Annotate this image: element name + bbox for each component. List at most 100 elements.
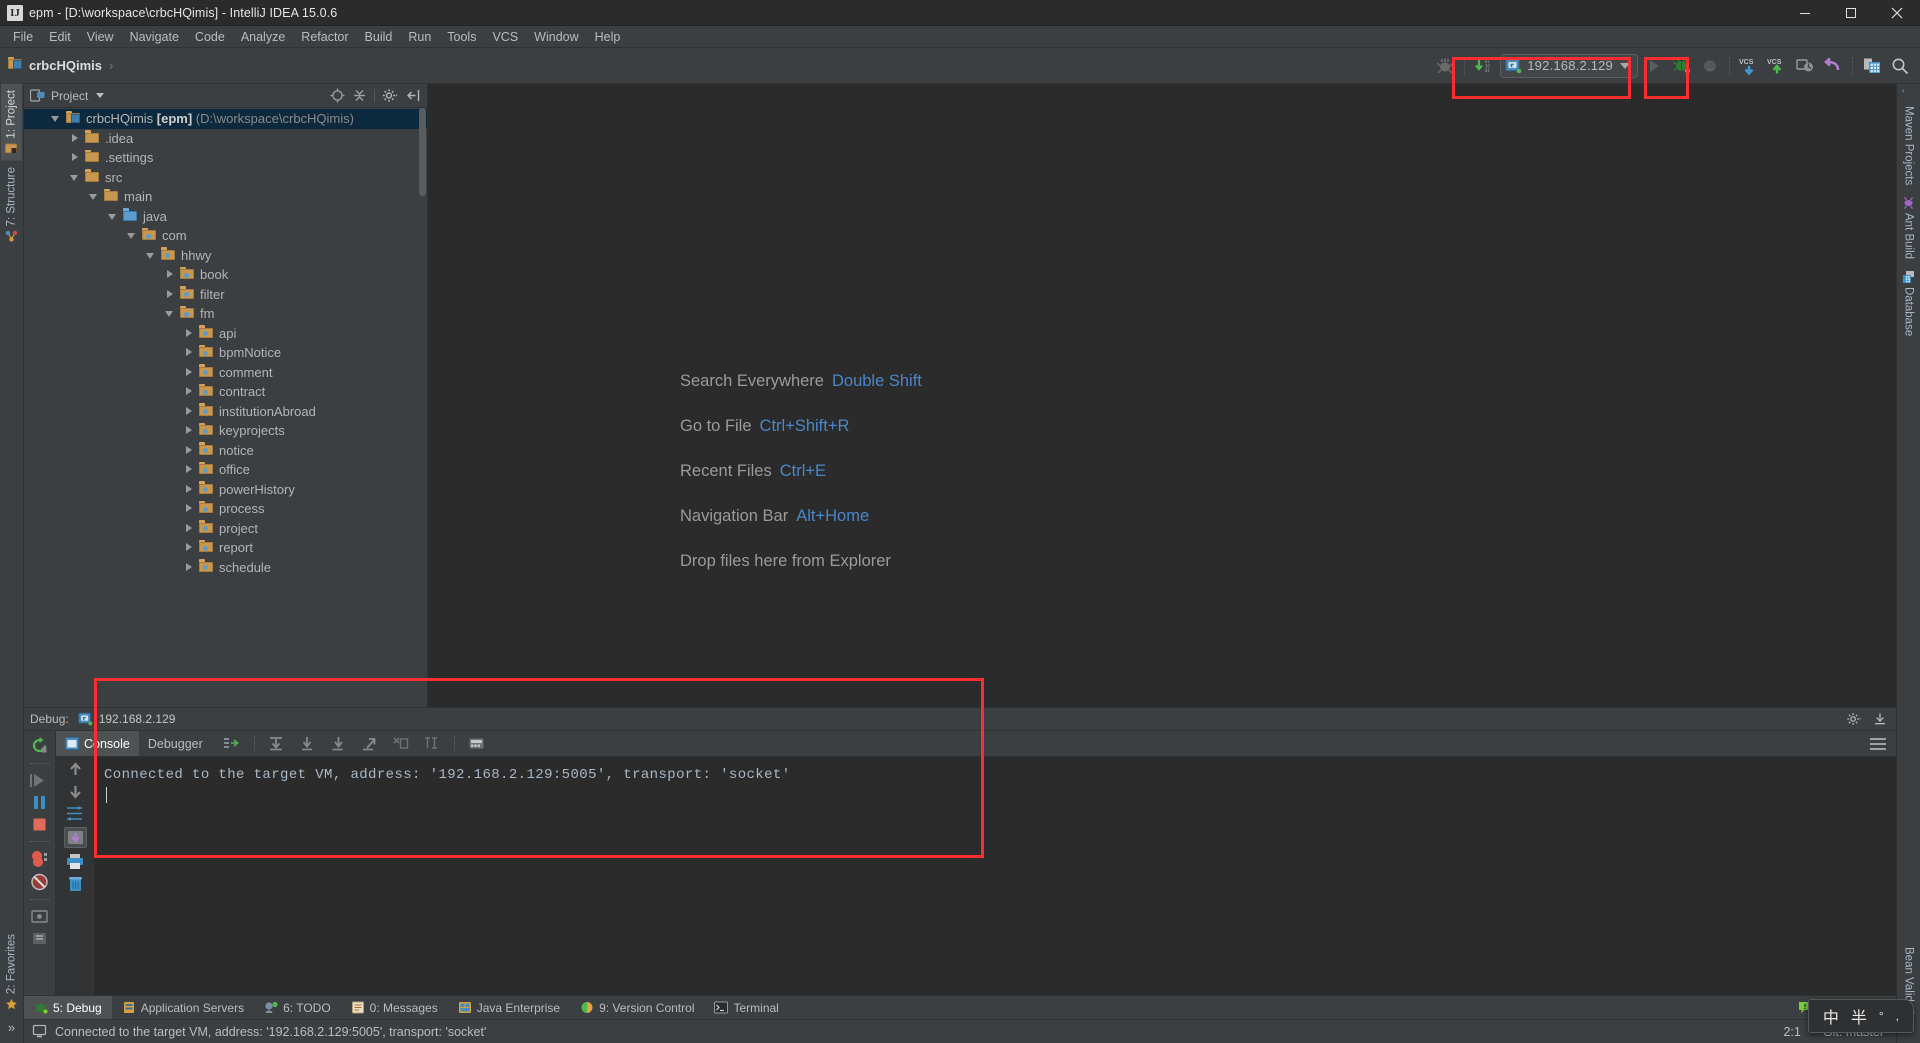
stop-icon[interactable] bbox=[30, 816, 49, 833]
step-over-download-icon[interactable]: 01 10 01 bbox=[1471, 53, 1497, 79]
tree-node-bpmnotice[interactable]: bpmNotice bbox=[24, 343, 427, 363]
tree-expand-arrow-icon[interactable] bbox=[165, 289, 176, 300]
sidebar-item-favorites[interactable]: 2: Favorites bbox=[1, 928, 22, 1016]
tree-node-crbchqimis[interactable]: crbcHQimis [epm] (D:\workspace\crbcHQimi… bbox=[24, 109, 427, 129]
tree-expand-arrow-icon[interactable] bbox=[184, 367, 195, 378]
tree-expand-arrow-icon[interactable] bbox=[165, 308, 176, 319]
tree-node-comment[interactable]: comment bbox=[24, 363, 427, 383]
ime-symbol-degree[interactable]: ° bbox=[1879, 1009, 1884, 1023]
hamburger-menu-icon[interactable] bbox=[1869, 737, 1887, 751]
view-breakpoints-icon[interactable] bbox=[30, 850, 50, 868]
menu-item-refactor[interactable]: Refactor bbox=[293, 28, 356, 46]
bottom-tab-application-servers[interactable]: Application Servers bbox=[112, 996, 254, 1019]
tree-expand-arrow-icon[interactable] bbox=[184, 386, 195, 397]
sidebar-item-database[interactable]: Database bbox=[1898, 265, 1919, 342]
tree-node--settings[interactable]: .settings bbox=[24, 148, 427, 168]
tree-expand-arrow-icon[interactable] bbox=[184, 484, 195, 495]
tree-expand-arrow-icon[interactable] bbox=[184, 445, 195, 456]
tree-expand-arrow-icon[interactable] bbox=[184, 406, 195, 417]
tree-node-project[interactable]: project bbox=[24, 519, 427, 539]
ime-status-popup[interactable]: 中 半 ° , bbox=[1807, 999, 1914, 1033]
tree-node--idea[interactable]: .idea bbox=[24, 129, 427, 149]
bottom-tab-debug[interactable]: 5: Debug bbox=[24, 996, 112, 1019]
menu-item-build[interactable]: Build bbox=[357, 28, 401, 46]
debug-session-tab[interactable]: 192.168.2.129 bbox=[78, 712, 175, 726]
editor-empty-area[interactable]: Search Everywhere Double Shift Go to File… bbox=[428, 84, 1896, 707]
step-out-icon[interactable] bbox=[357, 731, 383, 757]
settings-gear-icon[interactable] bbox=[1846, 712, 1863, 726]
tree-node-com[interactable]: com bbox=[24, 226, 427, 246]
tree-node-keyprojects[interactable]: keyprojects bbox=[24, 421, 427, 441]
scroll-down-icon[interactable] bbox=[67, 783, 84, 800]
tree-node-filter[interactable]: filter bbox=[24, 285, 427, 305]
step-into-icon[interactable] bbox=[295, 731, 321, 757]
tree-node-api[interactable]: api bbox=[24, 324, 427, 344]
tree-node-powerhistory[interactable]: powerHistory bbox=[24, 480, 427, 500]
project-tree-scrollbar[interactable] bbox=[419, 108, 426, 196]
database-icon[interactable] bbox=[1859, 53, 1885, 79]
run-button[interactable] bbox=[1641, 53, 1667, 79]
hide-icon[interactable] bbox=[406, 88, 421, 103]
expand-tool-bar-button[interactable]: » bbox=[8, 1016, 15, 1043]
tree-node-process[interactable]: process bbox=[24, 499, 427, 519]
vcs-update-icon[interactable]: VCS bbox=[1736, 53, 1762, 79]
console-output[interactable]: Connected to the target VM, address: '19… bbox=[94, 757, 1896, 995]
menu-item-file[interactable]: File bbox=[5, 28, 41, 46]
evaluate-expression-icon[interactable] bbox=[464, 731, 490, 757]
menu-item-view[interactable]: View bbox=[79, 28, 122, 46]
menu-item-window[interactable]: Window bbox=[526, 28, 586, 46]
pin-tab-icon[interactable] bbox=[30, 930, 49, 947]
search-icon[interactable] bbox=[1887, 53, 1913, 79]
menu-item-vcs[interactable]: VCS bbox=[484, 28, 526, 46]
rerun-icon[interactable] bbox=[30, 736, 49, 755]
resume-program-icon[interactable] bbox=[30, 772, 49, 789]
tree-expand-arrow-icon[interactable] bbox=[51, 113, 62, 124]
run-configuration-selector[interactable]: 192.168.2.129 bbox=[1500, 53, 1638, 78]
pause-program-icon[interactable] bbox=[30, 794, 49, 811]
tree-node-contract[interactable]: contract bbox=[24, 382, 427, 402]
ime-mode[interactable]: 中 bbox=[1823, 1004, 1839, 1028]
settings-gear-icon[interactable] bbox=[382, 88, 399, 103]
vcs-history-icon[interactable] bbox=[1792, 53, 1818, 79]
tree-expand-arrow-icon[interactable] bbox=[184, 425, 195, 436]
undo-icon[interactable] bbox=[1820, 53, 1846, 79]
tree-node-report[interactable]: report bbox=[24, 538, 427, 558]
maximize-button[interactable] bbox=[1828, 0, 1874, 26]
tab-console[interactable]: Console bbox=[56, 731, 139, 756]
sidebar-item-ant-build[interactable]: Ant Build bbox=[1898, 191, 1919, 265]
drop-frame-icon[interactable] bbox=[388, 731, 414, 757]
tree-expand-arrow-icon[interactable] bbox=[108, 211, 119, 222]
debug-button[interactable] bbox=[1669, 53, 1695, 79]
tree-node-hhwy[interactable]: hhwy bbox=[24, 246, 427, 266]
scroll-to-end-icon[interactable] bbox=[63, 827, 87, 848]
tree-expand-arrow-icon[interactable] bbox=[127, 230, 138, 241]
tree-expand-arrow-icon[interactable] bbox=[89, 191, 100, 202]
tree-expand-arrow-icon[interactable] bbox=[70, 152, 81, 163]
menu-item-navigate[interactable]: Navigate bbox=[122, 28, 187, 46]
tree-node-java[interactable]: java bbox=[24, 207, 427, 227]
menu-item-code[interactable]: Code bbox=[187, 28, 233, 46]
sidebar-item-project[interactable]: 1: Project bbox=[1, 84, 22, 161]
tree-node-institutionabroad[interactable]: institutionAbroad bbox=[24, 402, 427, 422]
menu-item-edit[interactable]: Edit bbox=[41, 28, 79, 46]
step-over-icon[interactable] bbox=[264, 731, 290, 757]
tree-expand-arrow-icon[interactable] bbox=[184, 347, 195, 358]
tree-node-fm[interactable]: fm bbox=[24, 304, 427, 324]
minimize-button[interactable] bbox=[1782, 0, 1828, 26]
menu-item-tools[interactable]: Tools bbox=[439, 28, 484, 46]
tree-node-schedule[interactable]: schedule bbox=[24, 558, 427, 578]
tree-expand-arrow-icon[interactable] bbox=[184, 503, 195, 514]
collapse-all-icon[interactable] bbox=[352, 88, 367, 103]
soft-wrap-icon[interactable] bbox=[66, 805, 84, 822]
tree-expand-arrow-icon[interactable] bbox=[70, 172, 81, 183]
tree-expand-arrow-icon[interactable] bbox=[184, 542, 195, 553]
sidebar-item-maven-projects[interactable]: m Maven Projects bbox=[1898, 84, 1919, 191]
coverage-button[interactable] bbox=[1697, 53, 1723, 79]
attach-to-process-icon[interactable] bbox=[1432, 53, 1458, 79]
tree-expand-arrow-icon[interactable] bbox=[146, 250, 157, 261]
force-step-into-icon[interactable] bbox=[326, 731, 352, 757]
project-tree[interactable]: crbcHQimis [epm] (D:\workspace\crbcHQimi… bbox=[24, 108, 427, 707]
show-execution-point-icon[interactable] bbox=[219, 731, 245, 757]
bottom-tab-messages[interactable]: 0: Messages bbox=[341, 996, 448, 1019]
close-button[interactable] bbox=[1874, 0, 1920, 26]
